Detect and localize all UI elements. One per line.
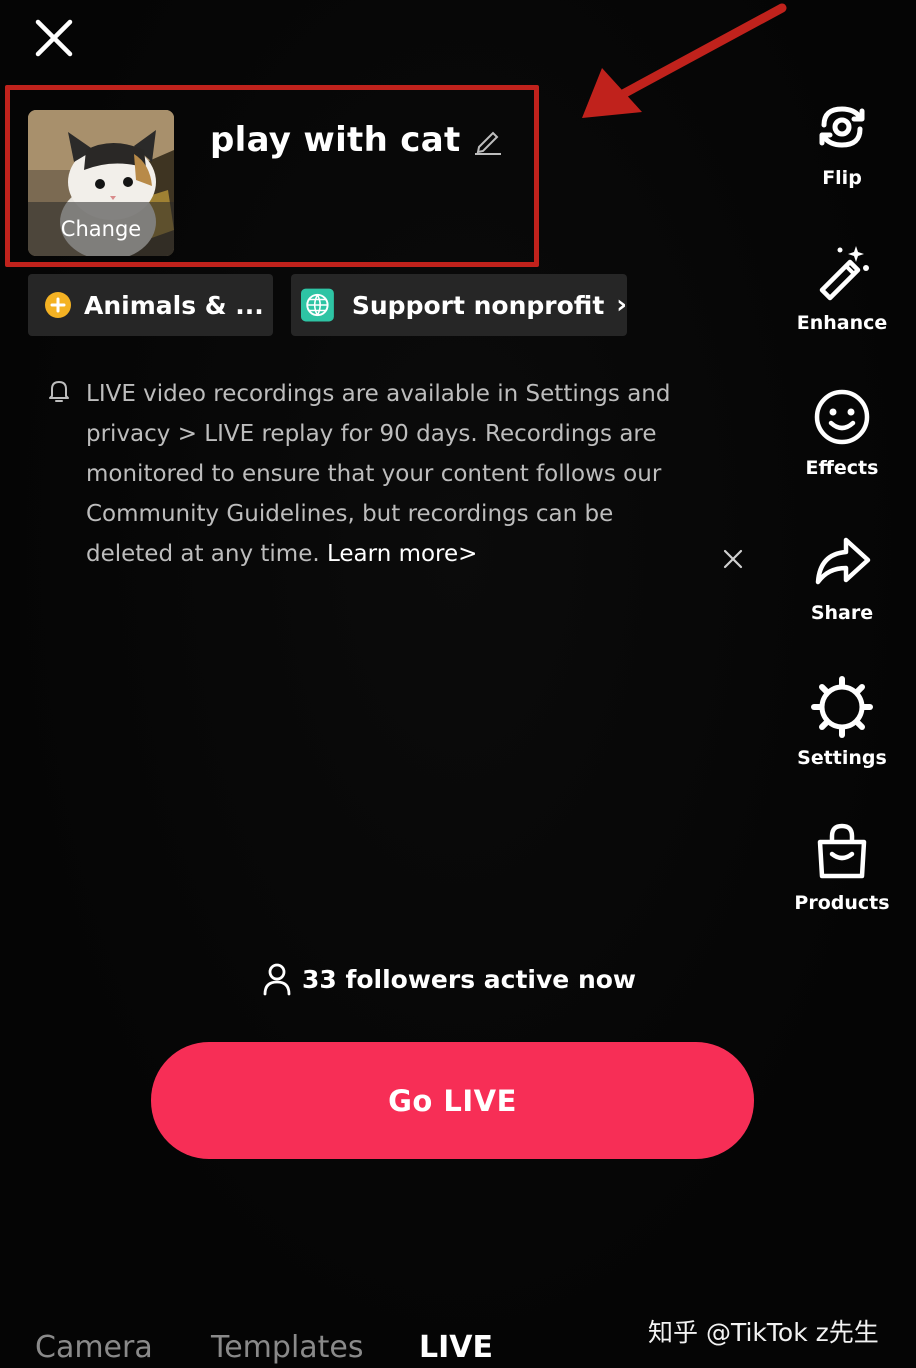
followers-active: 33 followers active now	[0, 962, 916, 996]
learn-more-link[interactable]: Learn more>	[327, 541, 477, 567]
tab-camera[interactable]: Camera	[35, 1330, 153, 1365]
share-button[interactable]: Share	[790, 530, 894, 624]
watermark: 知乎 @TikTok z先生	[648, 1318, 879, 1347]
followers-active-row: 33 followers active now	[262, 962, 636, 996]
flip-button[interactable]: Flip	[790, 95, 894, 189]
chevron-right-icon: ›	[616, 290, 627, 320]
products-label: Products	[794, 892, 890, 914]
change-cover-label[interactable]: Change	[28, 202, 174, 256]
settings-button[interactable]: Settings	[790, 675, 894, 769]
close-icon	[35, 19, 73, 57]
smiley-icon	[814, 389, 870, 445]
live-setup-screen: Change play with cat Animals & ... Suppo…	[0, 0, 916, 1368]
category-badge-icon	[45, 292, 71, 318]
cover-image[interactable]: Change	[28, 110, 174, 256]
support-nonprofit-label: Support nonprofit	[351, 290, 605, 320]
tab-templates[interactable]: Templates	[211, 1330, 364, 1365]
magic-wand-icon	[819, 246, 869, 301]
tab-live[interactable]: LIVE	[419, 1330, 493, 1365]
go-live-label: Go LIVE	[388, 1083, 517, 1118]
settings-label: Settings	[797, 747, 887, 769]
globe-heart-icon	[301, 288, 334, 322]
share-arrow-icon	[815, 537, 871, 585]
close-icon[interactable]	[720, 546, 746, 572]
bell-icon	[49, 381, 69, 402]
go-live-button[interactable]: Go LIVE	[151, 1042, 754, 1159]
live-title[interactable]: play with cat	[210, 120, 461, 160]
support-nonprofit-chip[interactable]: Support nonprofit ›	[291, 274, 627, 336]
share-label: Share	[810, 602, 874, 624]
effects-button[interactable]: Effects	[790, 385, 894, 479]
annotation-arrow-icon	[582, 3, 787, 118]
shopping-bag-icon	[817, 823, 867, 879]
enhance-label: Enhance	[796, 312, 888, 334]
category-label: Animals & ...	[84, 290, 264, 320]
recording-notice: LIVE video recordings are available in S…	[86, 374, 686, 574]
followers-active-text: 33 followers active now	[301, 964, 637, 994]
effects-label: Effects	[805, 457, 879, 479]
recording-notice-text: LIVE video recordings are available in S…	[86, 381, 671, 567]
gear-icon	[811, 676, 873, 738]
flip-camera-icon	[819, 106, 865, 148]
category-chip[interactable]: Animals & ...	[28, 274, 273, 336]
flip-label: Flip	[822, 167, 862, 189]
products-button[interactable]: Products	[790, 820, 894, 914]
person-icon	[263, 963, 291, 996]
enhance-button[interactable]: Enhance	[790, 240, 894, 334]
live-title-field[interactable]: play with cat	[210, 112, 503, 168]
close-button[interactable]	[30, 16, 78, 64]
pencil-icon[interactable]	[473, 125, 503, 155]
